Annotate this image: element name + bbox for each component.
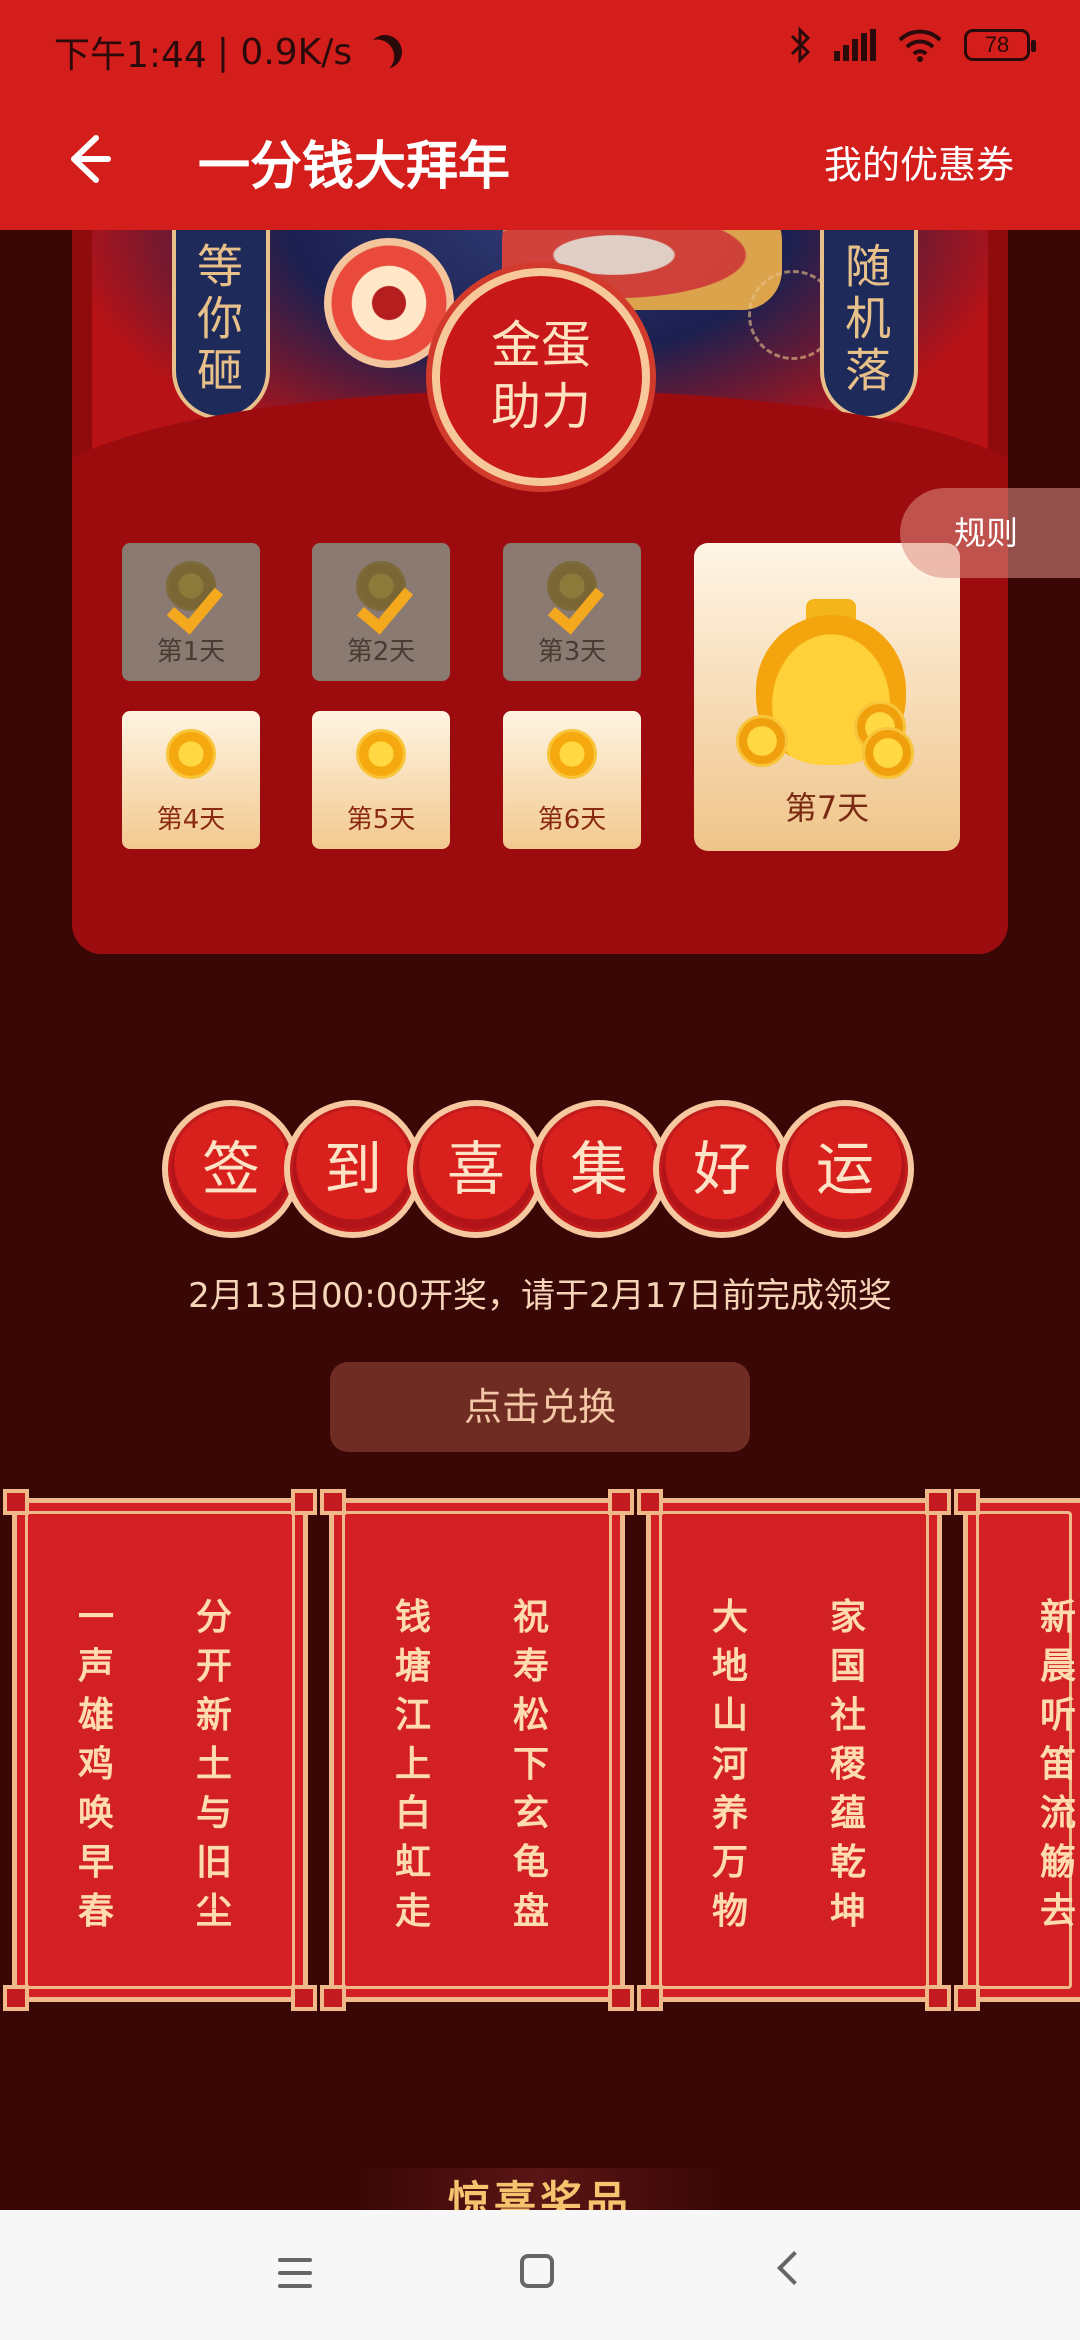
moon-icon xyxy=(362,29,408,75)
day-1-tile: 第1天 xyxy=(122,543,260,681)
badge-line-2: 助力 xyxy=(491,378,591,436)
system-nav-bar xyxy=(0,2210,1080,2340)
day-label: 第5天 xyxy=(346,805,416,835)
coin-icon xyxy=(736,715,788,767)
day-2-tile: 第2天 xyxy=(312,543,450,681)
day-6-tile: 第6天 xyxy=(503,711,641,849)
day-label: 第7天 xyxy=(784,789,870,827)
coin-icon xyxy=(547,729,597,779)
couplet-card[interactable]: 分开新土与旧尘 一声雄鸡唤早春 xyxy=(3,1489,317,2011)
bluetooth-icon xyxy=(790,26,811,64)
status-bar: 下午1:44 | 0.9K/s 78 xyxy=(0,0,1080,96)
couplet-right-line: 新晨听笛流觞去 xyxy=(1039,1596,1076,1932)
menu-icon[interactable] xyxy=(278,2258,312,2288)
page-title: 一分钱大拜年 xyxy=(198,137,511,197)
title-char: 喜 xyxy=(407,1100,545,1238)
flower-decoration xyxy=(324,238,454,368)
arrow-left-icon[interactable] xyxy=(50,124,120,194)
title-char: 签 xyxy=(162,1100,300,1238)
coin-icon xyxy=(356,729,406,779)
couplet-card[interactable]: 家国社稷蕴乾坤 大地山河养万物 xyxy=(637,1489,951,2011)
day-7-tile: 第7天 xyxy=(694,543,960,851)
title-char: 好 xyxy=(653,1100,791,1238)
golden-egg-badge[interactable]: 金蛋 助力 xyxy=(432,268,650,486)
coin-icon xyxy=(862,727,914,779)
draw-description: 2月13日00:00开奖，请于2月17日前完成领奖 xyxy=(188,1276,892,1316)
coin-icon xyxy=(166,729,216,779)
day-label: 第4天 xyxy=(156,805,226,835)
couplet-right-line: 家国社稷蕴乾坤 xyxy=(829,1596,866,1932)
day-label: 第6天 xyxy=(537,805,607,835)
day-5-tile: 第5天 xyxy=(312,711,450,849)
couplet-left-line: 钱塘江上白虹走 xyxy=(394,1596,431,1932)
sign-in-title: 签 到 喜 集 好 运 xyxy=(162,1100,922,1240)
couplet-card[interactable]: 新晨听笛流觞去 xyxy=(954,1489,1080,2011)
couplet-right-line: 分开新土与旧尘 xyxy=(195,1596,232,1932)
couplet-card[interactable]: 祝寿松下玄龟盘 钱塘江上白虹走 xyxy=(320,1489,634,2011)
redeem-button[interactable]: 点击兑换 xyxy=(330,1362,750,1452)
badge-line-1: 金蛋 xyxy=(491,316,591,374)
signal-icon xyxy=(834,29,876,61)
status-time: 下午1:44 xyxy=(54,35,207,76)
title-char: 集 xyxy=(530,1100,668,1238)
couplet-left-line: 一声雄鸡唤早春 xyxy=(77,1596,114,1932)
day-label: 第1天 xyxy=(156,637,226,667)
my-coupons-link[interactable]: 我的优惠券 xyxy=(824,134,1014,189)
battery-indicator: 78 xyxy=(964,29,1036,61)
title-char: 运 xyxy=(776,1100,914,1238)
day-label: 第3天 xyxy=(537,637,607,667)
wifi-icon xyxy=(898,29,942,62)
banner-left-scroll: 等你砸 xyxy=(172,210,270,420)
day-4-tile: 第4天 xyxy=(122,711,260,849)
couplet-right-line: 祝寿松下玄龟盘 xyxy=(512,1596,549,1932)
banner-right-scroll: 随机落 xyxy=(820,210,918,420)
day-label: 第2天 xyxy=(346,637,416,667)
couplet-left-line: 大地山河养万物 xyxy=(711,1596,748,1932)
rules-button[interactable]: 规则 xyxy=(900,488,1080,578)
title-char: 到 xyxy=(284,1100,422,1238)
status-right: 78 xyxy=(788,26,1036,64)
status-speed: | 0.9K/s xyxy=(216,31,353,73)
day-3-tile: 第3天 xyxy=(503,543,641,681)
top-bar: 下午1:44 | 0.9K/s 78 一分钱大拜年 我的优惠券 xyxy=(0,0,1080,230)
home-icon[interactable] xyxy=(520,2254,554,2288)
back-icon[interactable] xyxy=(777,2251,811,2285)
status-left: 下午1:44 | 0.9K/s xyxy=(54,26,402,78)
nav-bar: 一分钱大拜年 我的优惠券 xyxy=(0,96,1080,230)
